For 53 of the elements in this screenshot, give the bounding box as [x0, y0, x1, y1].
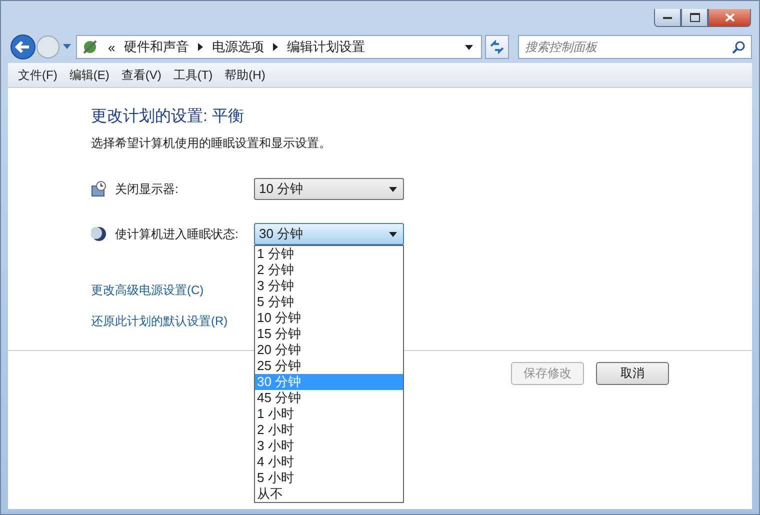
- search-field[interactable]: 搜索控制面板: [518, 35, 752, 59]
- dropdown-caret-icon: [389, 232, 397, 236]
- dropdown-option[interactable]: 25 分钟: [255, 358, 403, 374]
- breadcrumb-arrow-icon[interactable]: [198, 43, 204, 51]
- menu-item[interactable]: 查看(V): [115, 66, 168, 84]
- dropdown-option[interactable]: 3 小时: [255, 438, 403, 454]
- dropdown-option[interactable]: 2 小时: [255, 422, 403, 438]
- description-text: 选择希望计算机使用的睡眠设置和显示设置。: [91, 135, 332, 152]
- dropdown-option[interactable]: 5 分钟: [255, 294, 403, 310]
- address-bar[interactable]: « 硬件和声音 电源选项 编辑计划设置: [76, 35, 482, 59]
- dropdown-option[interactable]: 1 小时: [255, 406, 403, 422]
- breadcrumb-arrow-icon[interactable]: [273, 43, 278, 51]
- close-button[interactable]: [708, 9, 751, 27]
- dropdown-option[interactable]: 2 分钟: [255, 262, 403, 278]
- dropdown-option[interactable]: 10 分钟: [255, 310, 403, 326]
- setting-label: 关闭显示器:: [115, 180, 180, 198]
- dropdown-caret-icon: [389, 186, 397, 192]
- search-icon[interactable]: [732, 41, 745, 54]
- maximize-button[interactable]: [681, 9, 708, 27]
- menu-item[interactable]: 文件(F): [12, 66, 64, 84]
- menu-item[interactable]: 编辑(E): [63, 66, 116, 84]
- maximize-icon: [690, 13, 700, 22]
- link[interactable]: 还原此计划的默认设置(R): [91, 313, 228, 330]
- link[interactable]: 更改高级电源设置(C): [91, 282, 204, 299]
- dropdown-option[interactable]: 45 分钟: [255, 390, 403, 406]
- back-icon[interactable]: [10, 34, 36, 60]
- page-heading: 更改计划的设置: 平衡: [91, 106, 245, 127]
- close-icon: [724, 13, 734, 22]
- minimize-icon: [662, 16, 672, 20]
- dropdown-option[interactable]: 15 分钟: [255, 326, 403, 342]
- history-caret-icon[interactable]: [63, 44, 71, 50]
- overflow-chevrons[interactable]: «: [108, 40, 116, 54]
- refresh-icon: [489, 40, 505, 54]
- dropdown-option[interactable]: 5 小时: [255, 470, 403, 486]
- dropdown-option[interactable]: 3 分钟: [255, 278, 403, 294]
- minimize-button[interactable]: [654, 9, 681, 27]
- dropdown-option[interactable]: 从不: [255, 486, 403, 502]
- dropdown-option[interactable]: 20 分钟: [255, 342, 403, 358]
- menu-item[interactable]: 帮助(H): [218, 66, 272, 84]
- breadcrumb-item[interactable]: 电源选项: [212, 38, 264, 56]
- breadcrumb-item[interactable]: 编辑计划设置: [287, 38, 366, 56]
- dialog-button[interactable]: 取消: [596, 362, 669, 385]
- dropdown[interactable]: 10 分钟: [254, 178, 404, 200]
- dropdown-caret-icon[interactable]: [465, 44, 473, 50]
- breadcrumb-item[interactable]: 硬件和声音: [124, 38, 190, 56]
- refresh-button[interactable]: [485, 35, 509, 59]
- dropdown-option[interactable]: 1 分钟: [255, 246, 403, 262]
- dropdown[interactable]: 30 分钟: [254, 223, 404, 245]
- dropdown-option[interactable]: 4 小时: [255, 454, 403, 470]
- menu-item[interactable]: 工具(T): [167, 66, 219, 84]
- moon-icon: [91, 226, 107, 242]
- monitor-clock-icon: [91, 181, 107, 197]
- setting-label: 使计算机进入睡眠状态:: [115, 226, 240, 242]
